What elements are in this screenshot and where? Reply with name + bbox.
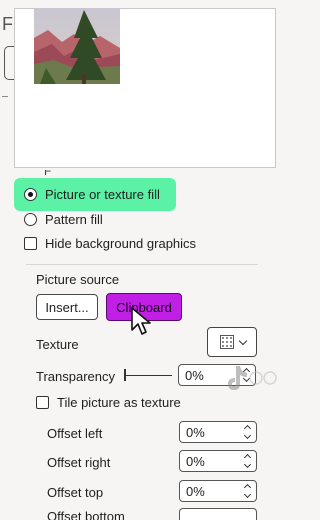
- partial-hidden-option: F: [44, 170, 52, 178]
- offset-bottom-input[interactable]: 0%: [179, 508, 257, 520]
- section-divider: [26, 264, 258, 265]
- mouse-pointer-icon: [130, 306, 154, 341]
- option-label: Picture or texture fill: [45, 187, 160, 202]
- option-pattern-fill[interactable]: Pattern fill: [24, 212, 103, 227]
- transparency-slider-thumb[interactable]: [124, 369, 126, 381]
- transparency-slider-track[interactable]: [124, 375, 172, 376]
- watermark-logo: [214, 362, 284, 408]
- spinner-arrows-icon[interactable]: [244, 483, 252, 499]
- partial-heading-letter: F: [2, 14, 13, 34]
- offset-left-input[interactable]: 0%: [179, 421, 257, 443]
- offset-top-value: 0%: [186, 483, 205, 499]
- offset-right-input[interactable]: 0%: [179, 450, 257, 472]
- option-label: Pattern fill: [45, 212, 103, 227]
- offset-top-input[interactable]: 0%: [179, 480, 257, 502]
- spinner-arrows-icon[interactable]: [244, 424, 252, 440]
- chevron-down-icon: [238, 336, 248, 345]
- offset-right-label: Offset right: [47, 455, 111, 470]
- checkbox-tile[interactable]: [36, 396, 49, 409]
- checkbox-label: Hide background graphics: [45, 236, 197, 251]
- option-picture-or-texture-fill[interactable]: Picture or texture fill: [14, 178, 176, 211]
- picture-thumbnail: [34, 8, 120, 84]
- tile-picture-as-texture[interactable]: Tile picture as texture: [36, 395, 181, 410]
- insert-button[interactable]: Insert...: [36, 294, 98, 320]
- offset-bottom-label: Offset bottom: [47, 509, 125, 520]
- texture-label: Texture: [36, 337, 79, 352]
- texture-swatch-icon: [220, 335, 234, 349]
- offset-left-label: Offset left: [47, 426, 103, 441]
- checkbox-label: Tile picture as texture: [57, 395, 181, 410]
- texture-dropdown[interactable]: [207, 327, 257, 357]
- checkbox-hide-background[interactable]: [24, 237, 37, 250]
- transparency-value: 0%: [185, 367, 204, 383]
- spinner-arrows-icon[interactable]: [244, 453, 252, 469]
- radio-pattern[interactable]: [24, 213, 37, 226]
- hide-background-graphics[interactable]: Hide background graphics: [24, 236, 196, 251]
- picture-source-label: Picture source: [36, 272, 120, 287]
- transparency-label: Transparency: [36, 369, 115, 384]
- radio-picture-or-texture[interactable]: [24, 188, 37, 201]
- divider: [2, 96, 8, 97]
- offset-top-label: Offset top: [47, 485, 104, 500]
- offset-right-value: 0%: [186, 453, 205, 469]
- offset-left-value: 0%: [186, 424, 205, 440]
